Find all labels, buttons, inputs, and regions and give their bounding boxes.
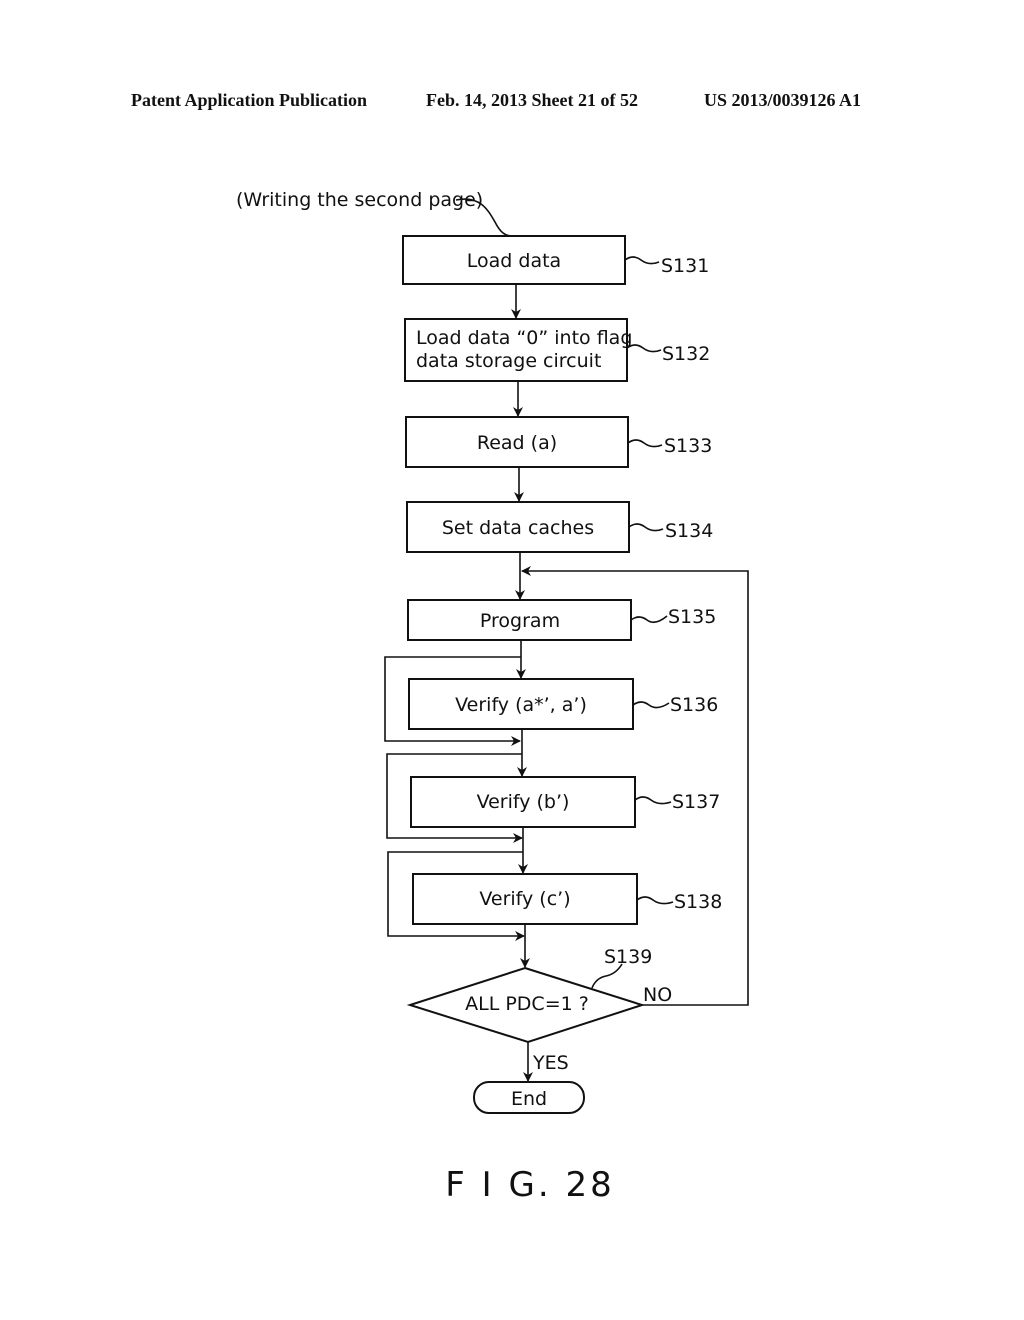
step-leader bbox=[628, 523, 664, 532]
step-s133: Read (a) S133 bbox=[405, 416, 712, 468]
step-text: Verify (a*’, a’) bbox=[455, 694, 587, 716]
decision-id: S139 bbox=[604, 946, 652, 968]
flow-caption: (Writing the second page) bbox=[236, 189, 483, 211]
step-id: S136 bbox=[670, 694, 718, 716]
step-leader bbox=[630, 615, 668, 624]
step-s135: Program S135 bbox=[407, 599, 716, 641]
step-leader bbox=[636, 896, 674, 905]
step-text: Set data caches bbox=[442, 517, 594, 539]
step-s134: Set data caches S134 bbox=[406, 501, 713, 553]
step-leader bbox=[632, 701, 670, 709]
end-text: End bbox=[511, 1088, 547, 1110]
step-id: S133 bbox=[664, 435, 712, 457]
step-id: S132 bbox=[662, 343, 710, 365]
decision-text: ALL PDC=1 ? bbox=[465, 993, 589, 1015]
step-id: S134 bbox=[665, 520, 713, 542]
step-leader bbox=[627, 439, 663, 448]
flowchart: (Writing the second page) Load data S131… bbox=[236, 189, 749, 1205]
yes-label: YES bbox=[532, 1052, 569, 1074]
step-s138: Verify (c’) S138 bbox=[412, 873, 722, 925]
no-label: NO bbox=[643, 984, 672, 1006]
step-id: S131 bbox=[661, 255, 709, 277]
step-text-line2: data storage circuit bbox=[416, 350, 601, 372]
step-text: Read (a) bbox=[477, 432, 557, 454]
step-text: Verify (b’) bbox=[477, 791, 570, 813]
step-id: S137 bbox=[672, 791, 720, 813]
step-text: Load data bbox=[467, 250, 561, 272]
step-s131: Load data S131 bbox=[402, 235, 709, 285]
step-leader bbox=[624, 256, 660, 265]
step-leader bbox=[634, 796, 672, 805]
step-s136: Verify (a*’, a’) S136 bbox=[408, 678, 718, 730]
end-terminator: End bbox=[473, 1081, 585, 1114]
decision-s139: ALL PDC=1 ? S139 NO YES bbox=[406, 946, 672, 1074]
step-s132: Load data “0” into flag data storage cir… bbox=[404, 318, 710, 382]
step-id: S138 bbox=[674, 891, 722, 913]
step-s137: Verify (b’) S137 bbox=[410, 776, 720, 828]
step-text: Verify (c’) bbox=[479, 888, 570, 910]
step-id: S135 bbox=[668, 606, 716, 628]
step-text: Program bbox=[480, 610, 560, 632]
figure-label: F I G. 28 bbox=[445, 1165, 614, 1205]
step-text-line1: Load data “0” into flag bbox=[416, 327, 632, 349]
